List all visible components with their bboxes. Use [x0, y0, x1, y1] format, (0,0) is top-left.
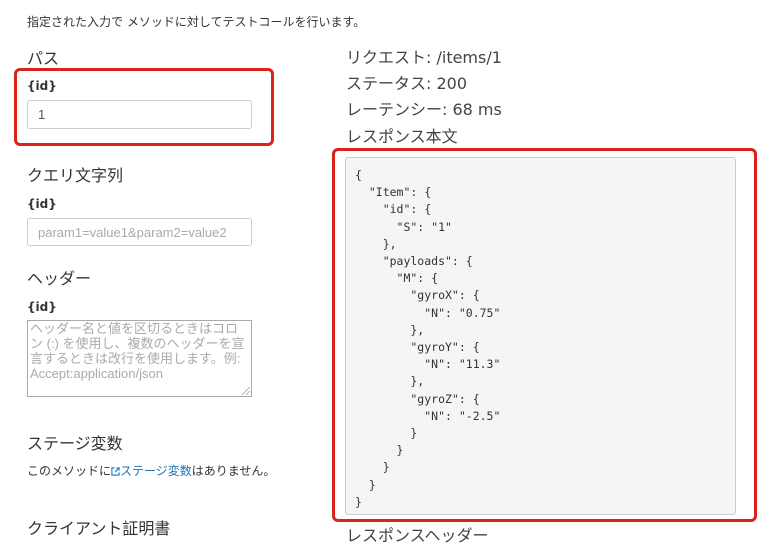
response-body-heading: レスポンス本文: [346, 127, 458, 146]
stage-variables-link[interactable]: ステージ変数: [111, 464, 192, 478]
resize-grip-icon[interactable]: [242, 387, 250, 395]
path-param-label: {id}: [27, 79, 57, 93]
latency-label: レーテンシー: 68 ms: [346, 100, 502, 119]
stage-variables-text-before: このメソッドに: [27, 464, 112, 478]
headers-textarea-placeholder: ヘッダー名と値を区切るときはコロン (:) を使用し、複数のヘッダーを宣言すると…: [30, 321, 245, 381]
intro-text: 指定された入力で メソッドに対してテストコールを行います。: [27, 15, 366, 29]
headers-param-label: {id}: [27, 300, 57, 314]
headers-heading: ヘッダー: [27, 269, 92, 288]
headers-textarea[interactable]: ヘッダー名と値を区切るときはコロン (:) を使用し、複数のヘッダーを宣言すると…: [27, 320, 252, 397]
client-certificate-heading: クライアント証明書: [27, 519, 171, 538]
query-string-input[interactable]: param1=value1&param2=value2: [27, 218, 252, 246]
status-label: ステータス: 200: [346, 74, 468, 93]
stage-variables-link-label: ステージ変数: [120, 464, 192, 478]
query-heading: クエリ文字列: [27, 166, 124, 185]
response-body[interactable]: { "Item": { "id": { "S": "1" }, "payload…: [345, 157, 736, 515]
external-link-icon: [111, 467, 120, 476]
path-heading: パス: [27, 49, 60, 68]
stage-variables-text: このメソッドに ステージ変数はありません。: [27, 462, 277, 480]
path-id-input[interactable]: 1: [27, 100, 252, 129]
response-headers-heading: レスポンスヘッダー: [346, 526, 489, 545]
stage-variables-heading: ステージ変数: [27, 434, 123, 453]
query-param-label: {id}: [27, 197, 57, 211]
request-label: リクエスト: /items/1: [346, 48, 502, 67]
stage-variables-text-after: はありません。: [191, 464, 276, 478]
